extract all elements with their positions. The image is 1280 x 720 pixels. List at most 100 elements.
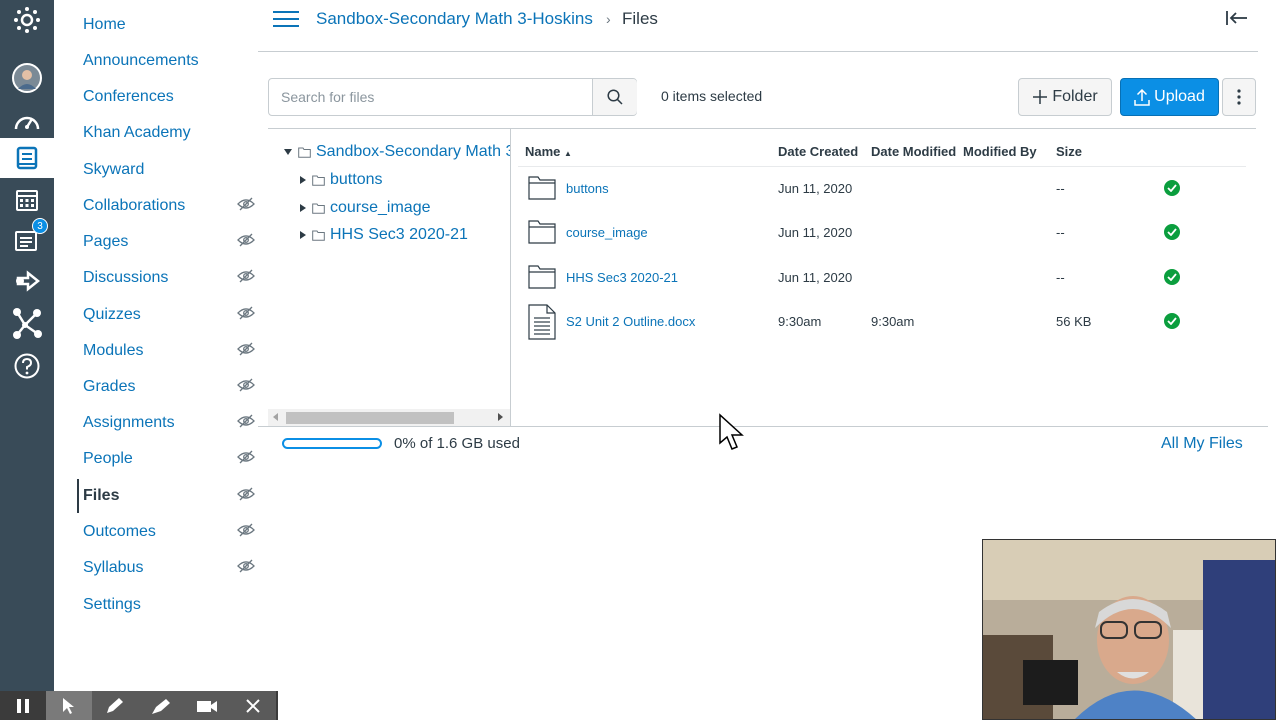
- course-nav-label: Skyward: [83, 161, 145, 178]
- course-nav-conferences[interactable]: Conferences: [83, 85, 258, 109]
- course-nav-announcements[interactable]: Announcements: [83, 49, 258, 73]
- file-size: --: [1056, 181, 1065, 196]
- webcam-video-frame: [983, 540, 1275, 719]
- expanded-caret-icon[interactable]: [284, 149, 292, 155]
- studio-icon[interactable]: [0, 303, 54, 343]
- breadcrumb-separator: ›: [606, 11, 611, 27]
- course-nav-grades[interactable]: Grades: [83, 375, 258, 399]
- items-selected-count: 0 items selected: [661, 88, 763, 104]
- course-nav-label: Settings: [83, 596, 141, 613]
- close-recording-button[interactable]: [230, 691, 276, 720]
- date-created: Jun 11, 2020: [778, 270, 853, 285]
- hidden-eye-icon: [237, 342, 255, 356]
- folder-icon: [528, 220, 556, 244]
- file-name-link[interactable]: S2 Unit 2 Outline.docx: [566, 314, 695, 329]
- more-options-button[interactable]: [1222, 78, 1256, 116]
- column-header-created[interactable]: Date Created: [778, 144, 858, 159]
- course-nav-syllabus[interactable]: Syllabus: [83, 556, 258, 580]
- tree-label: buttons: [330, 171, 383, 188]
- add-folder-button[interactable]: Folder: [1018, 78, 1112, 116]
- course-nav-label: Assignments: [83, 414, 175, 431]
- upload-button[interactable]: Upload: [1120, 78, 1219, 116]
- course-nav-label: Conferences: [83, 88, 174, 105]
- course-nav: Home Announcements Conferences Khan Acad…: [54, 0, 258, 720]
- scrollbar-thumb[interactable]: [286, 412, 454, 424]
- course-nav-home[interactable]: Home: [83, 13, 258, 37]
- file-name-link[interactable]: HHS Sec3 2020-21: [566, 270, 678, 285]
- inbox-icon[interactable]: 3: [0, 218, 54, 260]
- account-avatar[interactable]: [0, 58, 54, 98]
- course-nav-outcomes[interactable]: Outcomes: [83, 520, 258, 544]
- file-size: --: [1056, 270, 1065, 285]
- course-nav-pages[interactable]: Pages: [83, 230, 258, 254]
- tree-item[interactable]: buttons: [300, 169, 382, 191]
- collapsed-caret-icon[interactable]: [300, 204, 306, 212]
- column-header-modified-by[interactable]: Modified By: [963, 144, 1037, 159]
- pointer-tool-button[interactable]: [46, 691, 92, 720]
- footer-divider: [258, 426, 1268, 427]
- video-camera-icon: [197, 700, 217, 712]
- pen-tool-button[interactable]: [92, 691, 138, 720]
- scroll-left-arrow-icon[interactable]: [273, 413, 278, 421]
- courses-icon[interactable]: [0, 138, 54, 178]
- tree-item[interactable]: HHS Sec3 2020-21: [300, 224, 468, 246]
- collapse-sidebar-icon[interactable]: [1226, 10, 1248, 26]
- folder-icon: [312, 175, 325, 186]
- course-nav-settings[interactable]: Settings: [83, 593, 258, 617]
- breadcrumb-course-link[interactable]: Sandbox-Secondary Math 3-Hoskins: [316, 9, 593, 29]
- course-nav-people[interactable]: People: [83, 447, 258, 471]
- scroll-right-arrow-icon[interactable]: [498, 413, 503, 421]
- table-row[interactable]: buttons Jun 11, 2020 --: [518, 167, 1246, 211]
- published-check-icon[interactable]: [1164, 269, 1180, 285]
- course-nav-label: Syllabus: [83, 559, 144, 576]
- table-row[interactable]: HHS Sec3 2020-21 Jun 11, 2020 --: [518, 256, 1246, 300]
- course-nav-quizzes[interactable]: Quizzes: [83, 303, 258, 327]
- camera-toggle-button[interactable]: [184, 691, 230, 720]
- help-icon[interactable]: [0, 346, 54, 386]
- published-check-icon[interactable]: [1164, 180, 1180, 196]
- recording-toolbar: [0, 691, 278, 720]
- upload-button-label: Upload: [1154, 88, 1205, 105]
- course-nav-label: Khan Academy: [83, 124, 191, 141]
- folder-button-label: Folder: [1052, 88, 1098, 105]
- all-my-files-link[interactable]: All My Files: [1161, 435, 1243, 453]
- column-header-modified[interactable]: Date Modified: [871, 144, 956, 159]
- plus-icon: [1033, 90, 1048, 104]
- column-header-name[interactable]: Name ▲: [525, 144, 572, 159]
- course-nav-discussions[interactable]: Discussions: [83, 266, 258, 290]
- dashboard-icon[interactable]: [0, 101, 54, 141]
- column-header-size[interactable]: Size: [1056, 144, 1082, 159]
- published-check-icon[interactable]: [1164, 313, 1180, 329]
- course-nav-assignments[interactable]: Assignments: [83, 411, 258, 435]
- sort-ascending-icon: ▲: [564, 149, 572, 158]
- course-nav-collaborations[interactable]: Collaborations: [83, 194, 258, 218]
- published-check-icon[interactable]: [1164, 224, 1180, 240]
- highlighter-tool-button[interactable]: [138, 691, 184, 720]
- hamburger-menu-icon[interactable]: [273, 8, 299, 30]
- course-nav-label: Pages: [83, 233, 129, 250]
- pause-recording-button[interactable]: [0, 691, 46, 720]
- collapsed-caret-icon[interactable]: [300, 176, 306, 184]
- search-input[interactable]: [269, 79, 592, 115]
- course-nav-label: Announcements: [83, 52, 199, 69]
- search-button[interactable]: [592, 79, 637, 115]
- course-nav-skyward[interactable]: Skyward: [83, 158, 258, 182]
- table-row[interactable]: course_image Jun 11, 2020 --: [518, 211, 1246, 255]
- tree-horizontal-scrollbar[interactable]: [268, 409, 510, 426]
- tree-item[interactable]: course_image: [300, 197, 431, 219]
- table-row[interactable]: S2 Unit 2 Outline.docx 9:30am 9:30am 56 …: [518, 300, 1246, 344]
- file-name-link[interactable]: buttons: [566, 181, 609, 196]
- tree-root[interactable]: Sandbox-Secondary Math 3-Hoskins: [284, 141, 510, 163]
- file-name-link[interactable]: course_image: [566, 225, 648, 240]
- canvas-logo-icon[interactable]: [0, 0, 54, 40]
- folder-icon: [528, 265, 556, 289]
- calendar-icon[interactable]: [0, 180, 54, 220]
- collapsed-caret-icon[interactable]: [300, 231, 306, 239]
- course-nav-label: Collaborations: [83, 197, 186, 214]
- course-nav-khan-academy[interactable]: Khan Academy: [83, 121, 258, 145]
- commons-icon[interactable]: [0, 261, 54, 301]
- course-nav-label: Discussions: [83, 269, 169, 286]
- course-nav-files[interactable]: Files: [83, 484, 258, 508]
- breadcrumb-current: Files: [622, 9, 658, 28]
- course-nav-modules[interactable]: Modules: [83, 339, 258, 363]
